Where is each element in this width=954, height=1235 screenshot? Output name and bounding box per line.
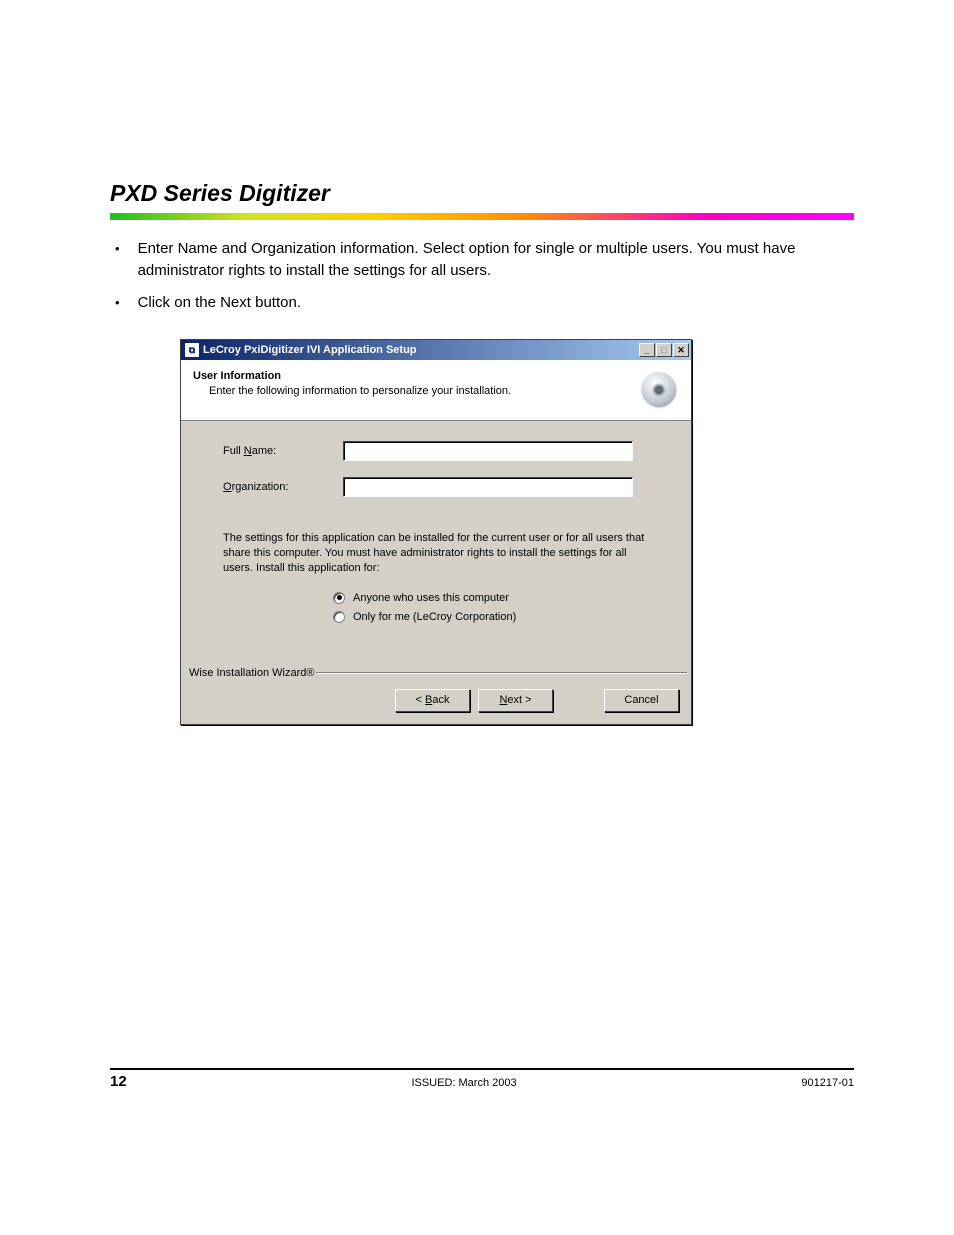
radio-anyone-label: Anyone who uses this computer	[353, 592, 509, 604]
next-button[interactable]: Next >	[478, 689, 553, 712]
wise-rule	[316, 672, 687, 674]
radio-only-me-label: Only for me (LeCroy Corporation)	[353, 611, 516, 623]
window-title: LeCroy PxiDigitizer IVI Application Setu…	[203, 344, 639, 356]
gradient-divider	[110, 213, 854, 220]
body-panel: Full Name: Organization: The settings fo…	[181, 421, 691, 637]
full-name-input[interactable]	[343, 441, 633, 461]
wise-label: Wise Installation Wizard®	[189, 667, 314, 679]
footer-rule	[110, 1068, 854, 1070]
radio-only-me[interactable]: Only for me (LeCroy Corporation)	[333, 611, 671, 623]
radio-group: Anyone who uses this computer Only for m…	[333, 592, 671, 623]
radio-anyone[interactable]: Anyone who uses this computer	[333, 592, 671, 604]
full-name-row: Full Name:	[223, 441, 671, 461]
radio-icon	[333, 592, 345, 604]
list-item: • Click on the Next button.	[110, 292, 854, 314]
list-item: • Enter Name and Organization informatio…	[110, 238, 854, 282]
radio-icon	[333, 611, 345, 623]
titlebar: ⧉ LeCroy PxiDigitizer IVI Application Se…	[181, 340, 691, 360]
bullet-text: Enter Name and Organization information.…	[138, 238, 854, 282]
info-text: The settings for this application can be…	[223, 531, 651, 576]
organization-label: Organization:	[223, 481, 343, 493]
page-title: PXD Series Digitizer	[110, 180, 854, 207]
header-panel: User Information Enter the following inf…	[181, 360, 691, 421]
app-icon: ⧉	[185, 343, 199, 357]
header-title: User Information	[193, 370, 629, 382]
page-footer: 12 ISSUED: March 2003 901217-01	[110, 1068, 854, 1090]
page-number: 12	[110, 1073, 127, 1090]
footer-issued: ISSUED: March 2003	[411, 1077, 516, 1089]
wise-line: Wise Installation Wizard®	[181, 667, 691, 679]
installer-screenshot: ⧉ LeCroy PxiDigitizer IVI Application Se…	[180, 339, 854, 725]
footer-docid: 901217-01	[801, 1077, 854, 1089]
bullet-list: • Enter Name and Organization informatio…	[110, 238, 854, 313]
full-name-label: Full Name:	[223, 445, 343, 457]
back-button[interactable]: < Back	[395, 689, 470, 712]
close-button[interactable]: ✕	[673, 343, 689, 357]
bullet-text: Click on the Next button.	[138, 292, 854, 314]
installer-window: ⧉ LeCroy PxiDigitizer IVI Application Se…	[180, 339, 692, 725]
header-subtitle: Enter the following information to perso…	[193, 385, 629, 397]
cd-icon	[639, 370, 679, 410]
maximize-button[interactable]: □	[656, 343, 672, 357]
organization-input[interactable]	[343, 477, 633, 497]
bullet-dot-icon: •	[115, 294, 120, 314]
cancel-button[interactable]: Cancel	[604, 689, 679, 712]
bullet-dot-icon: •	[115, 240, 120, 282]
button-row: < Back Next > Cancel	[181, 679, 691, 724]
minimize-button[interactable]: _	[639, 343, 655, 357]
organization-row: Organization:	[223, 477, 671, 497]
